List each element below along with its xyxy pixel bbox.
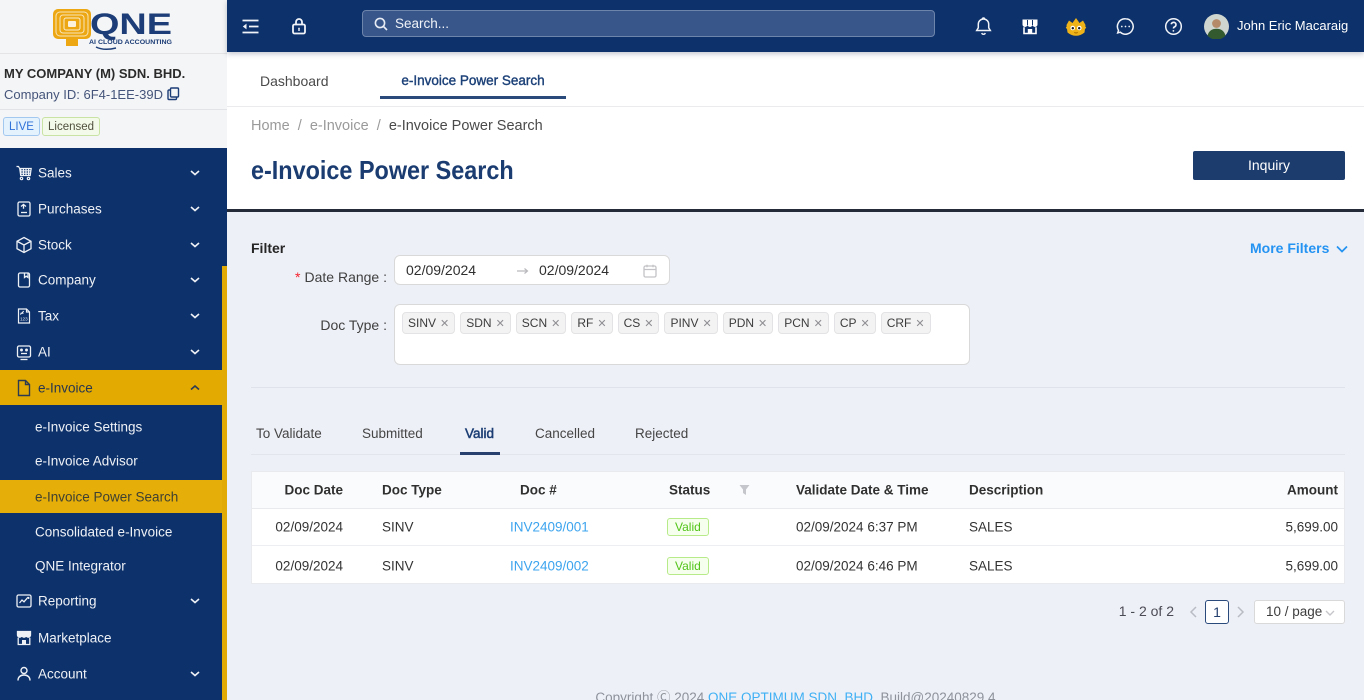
svg-text:123: 123 (20, 317, 28, 322)
svg-text:AI CLOUD ACCOUNTING: AI CLOUD ACCOUNTING (89, 39, 172, 46)
svg-text:QNE: QNE (90, 8, 172, 41)
